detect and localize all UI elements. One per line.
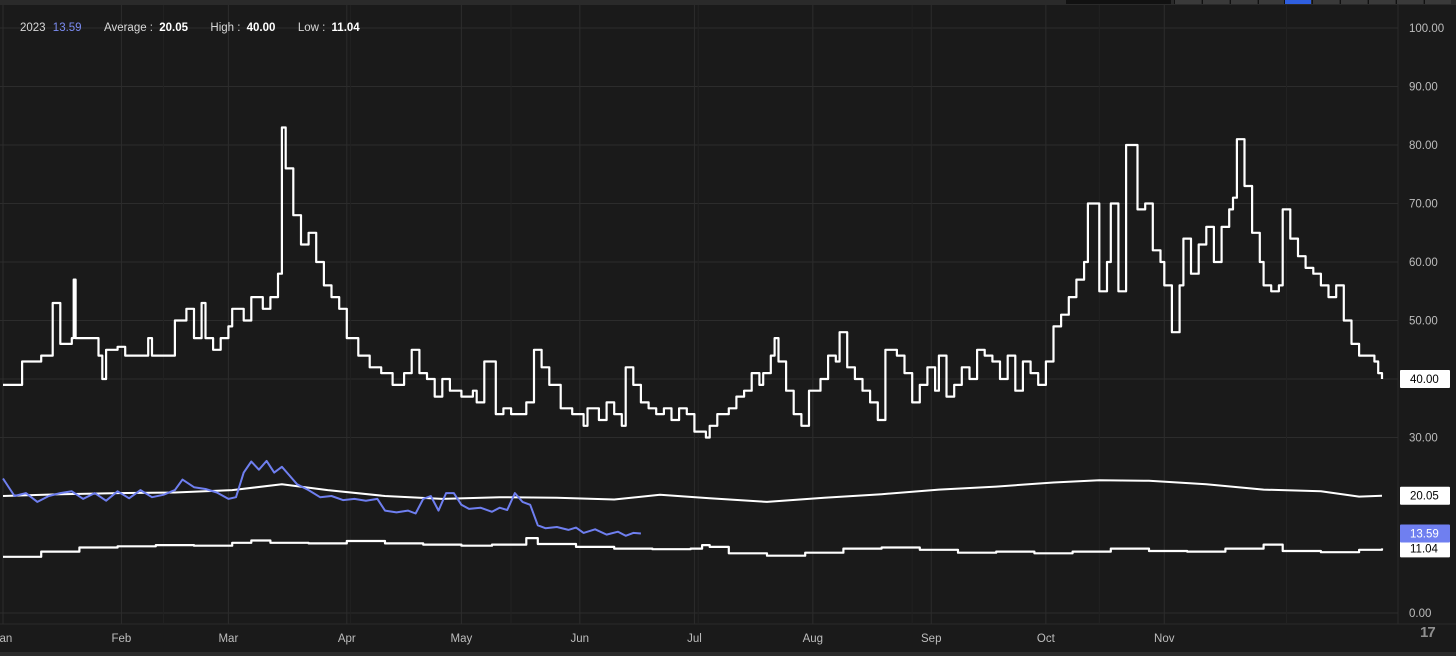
legend-average-label: Average :: [103, 22, 153, 34]
y-tick-label: 70.00: [1409, 199, 1438, 211]
legend-low-value: 11.04: [331, 22, 360, 34]
chart-legend: 2023 13.59 Average : 20.05 High : 40.00 …: [20, 22, 360, 34]
price-label-text: 40.00: [1410, 374, 1439, 386]
x-tick-label: May: [451, 633, 473, 645]
legend-average-value: 20.05: [159, 22, 188, 34]
series-line-0: [3, 126, 1384, 439]
x-tick-label: Jun: [571, 633, 590, 645]
x-tick-label: Feb: [112, 633, 132, 645]
line-chart: 100.00 90.00 80.00 70.00 60.00 50.00 40.00 30.0…: [0, 5, 1456, 645]
x-tick-label: Jan: [0, 633, 12, 645]
x-tick-label: Aug: [803, 633, 823, 645]
price-label-text: 13.59: [1410, 528, 1439, 540]
y-tick-label: 60.00: [1409, 257, 1438, 269]
price-label-text: 11.04: [1410, 543, 1439, 555]
legend-high-label: High :: [210, 22, 241, 34]
x-tick-label: Nov: [1154, 633, 1175, 645]
legend-low-label: Low :: [297, 22, 326, 34]
chart-area: 100.00 90.00 80.00 70.00 60.00 50.00 40.00 30.0…: [0, 0, 1456, 656]
x-tick-label: Sep: [921, 633, 941, 645]
x-tick-label: Mar: [218, 633, 238, 645]
bottom-bar: [0, 652, 1456, 656]
x-tick-label: Oct: [1037, 633, 1056, 645]
legend-year-value: 13.59: [52, 22, 82, 34]
legend-year-label: 2023: [20, 22, 46, 34]
y-tick-label: 0.00: [1409, 608, 1431, 620]
tradingview-logo: 17: [1420, 624, 1436, 641]
legend-high-value: 40.00: [246, 22, 276, 34]
y-tick-label: 90.00: [1409, 82, 1438, 94]
y-tick-label: 50.00: [1409, 316, 1438, 328]
y-tick-label: 30.00: [1409, 433, 1438, 445]
y-tick-label: 80.00: [1409, 140, 1438, 152]
x-tick-label: Apr: [338, 633, 356, 645]
x-tick-label: Jul: [687, 633, 702, 645]
series-line-2: [3, 537, 1384, 558]
y-tick-label: 100.00: [1409, 23, 1444, 35]
price-label-text: 20.05: [1410, 491, 1439, 503]
